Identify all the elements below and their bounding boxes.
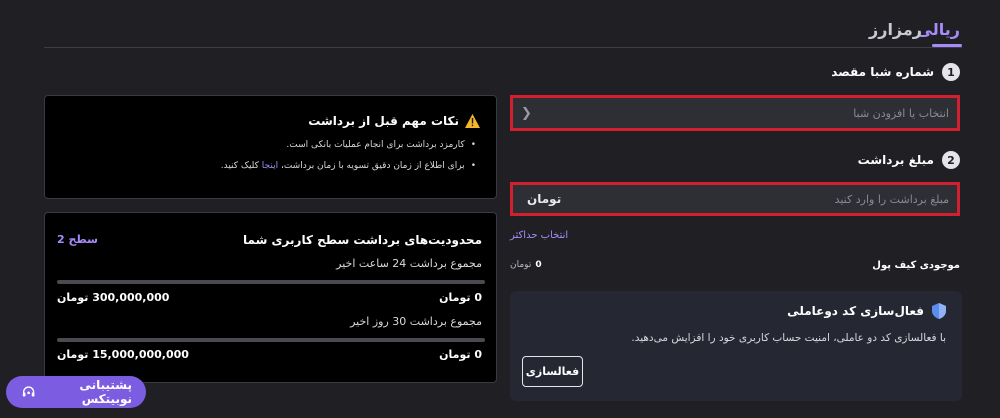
notes-item-2: • برای اطلاع از زمان دقیق تسویه با زمان … <box>221 161 476 171</box>
daily-used: 0 تومان <box>439 291 482 304</box>
notes-item-2-prefix: برای اطلاع از زمان دقیق تسویه با زمان بر… <box>278 161 465 171</box>
step2-number: 2 <box>942 151 960 169</box>
daily-limit-bar <box>57 280 485 284</box>
chevron-down-icon: ❯ <box>521 105 532 121</box>
wallet-unit: تومان <box>510 260 532 270</box>
step1-header: 1 شماره شبا مقصد <box>831 63 960 81</box>
amount-input[interactable]: تومان مبلغ برداشت را وارد کنید <box>510 182 960 216</box>
notes-item-2-text: برای اطلاع از زمان دقیق تسویه با زمان بر… <box>221 161 465 171</box>
notes-title: نکات مهم قبل از برداشت <box>308 114 459 128</box>
monthly-limit-bar <box>57 338 485 342</box>
activate-2fa-button[interactable]: فعالسازی <box>522 356 583 387</box>
notes-item-1-text: کارمزد برداشت برای انجام عملیات بانکی اس… <box>286 140 465 150</box>
tab-crypto[interactable]: رمزارز <box>869 20 922 39</box>
step1-number: 1 <box>942 63 960 81</box>
bullet-dot: • <box>470 140 476 150</box>
tfa-header: فعال‌سازی کد دوعاملی <box>787 303 946 319</box>
select-max-link[interactable]: انتخاب حداکثر <box>510 230 568 241</box>
tabs-divider <box>44 47 962 48</box>
withdraw-limits-card: محدودیت‌های برداشت سطح کاربری شما سطح 2 … <box>44 212 497 383</box>
withdraw-notes-card: نکات مهم قبل از برداشت • کارمزد برداشت ب… <box>44 95 497 199</box>
step1-label: شماره شبا مقصد <box>831 65 934 79</box>
tab-rial[interactable]: ریالی <box>917 20 960 39</box>
two-factor-card: فعال‌سازی کد دوعاملی با فعالسازی کد دو ع… <box>510 291 962 401</box>
monthly-max: 15,000,000,000 تومان <box>57 348 189 361</box>
wallet-value: 0 تومان <box>510 260 542 270</box>
sheba-select[interactable]: ❯ انتخاب یا افزودن شبا <box>510 95 960 131</box>
user-level-badge[interactable]: سطح 2 <box>57 233 98 246</box>
sheba-placeholder: انتخاب یا افزودن شبا <box>853 106 949 120</box>
bullet-dot: • <box>470 161 476 171</box>
notes-here-link[interactable]: اینجا <box>262 161 278 171</box>
wallet-amount: 0 <box>535 260 542 270</box>
step2-label: مبلغ برداشت <box>857 153 934 167</box>
monthly-used: 0 تومان <box>439 348 482 361</box>
support-button[interactable]: پشتیبانی نوبیتکس <box>6 376 146 408</box>
step2-header: 2 مبلغ برداشت <box>858 151 960 169</box>
amount-unit: تومان <box>527 192 562 206</box>
monthly-limit-label: مجموع برداشت 30 روز اخیر <box>350 315 482 328</box>
tfa-description: با فعالسازی کد دو عاملی، امنیت حساب کارب… <box>631 332 946 344</box>
daily-max: 300,000,000 تومان <box>57 291 170 304</box>
tfa-title: فعال‌سازی کد دوعاملی <box>787 304 924 318</box>
daily-limit-label: مجموع برداشت 24 ساعت اخیر <box>336 257 482 270</box>
shield-icon <box>932 303 946 319</box>
headset-icon <box>22 386 35 397</box>
limits-title: محدودیت‌های برداشت سطح کاربری شما <box>243 233 482 247</box>
warning-icon <box>465 114 480 128</box>
notes-item-2-suffix: کلیک کنید. <box>220 161 262 171</box>
amount-placeholder: مبلغ برداشت را وارد کنید <box>834 192 949 206</box>
notes-item-1: • کارمزد برداشت برای انجام عملیات بانکی … <box>286 140 476 150</box>
notes-header: نکات مهم قبل از برداشت <box>308 114 480 128</box>
wallet-label: موجودی کیف پول <box>872 260 960 271</box>
support-label: پشتیبانی نوبیتکس <box>79 378 132 406</box>
